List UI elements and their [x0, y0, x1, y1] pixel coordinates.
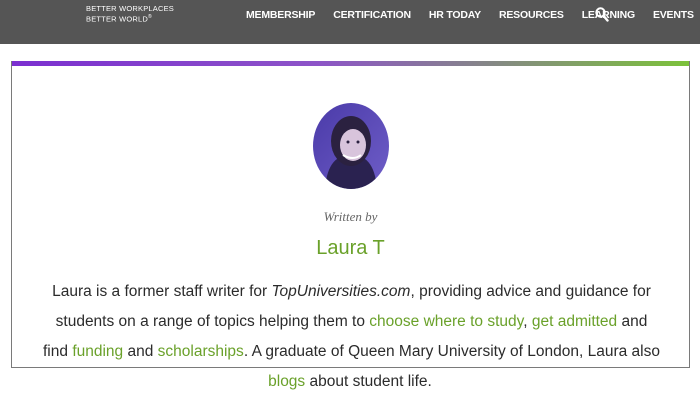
nav-events[interactable]: EVENTS [653, 9, 694, 21]
bio-line-1: Laura is a former staff writer for TopUn… [12, 277, 691, 307]
bio-text: , [523, 313, 532, 330]
bio-text: . A graduate of Queen Mary University of… [243, 343, 660, 360]
bio-text: find [43, 343, 73, 360]
nav-membership[interactable]: MEMBERSHIP [246, 9, 315, 21]
bio-text: Laura is a former staff writer for [52, 283, 272, 300]
brand-logo[interactable]: BETTER WORKPLACES BETTER WORLD® [86, 4, 196, 24]
bio-line-2: students on a range of topics helping th… [12, 307, 691, 337]
bio-text: , providing advice and guidance for [410, 283, 651, 300]
nav-resources[interactable]: RESOURCES [499, 9, 564, 21]
bio-text: and [617, 313, 648, 330]
card-accent-bar [12, 61, 689, 66]
brand-tagline-line1: BETTER WORKPLACES [86, 4, 174, 13]
bio-text: students on a range of topics helping th… [55, 313, 370, 330]
nav-certification[interactable]: CERTIFICATION [333, 9, 411, 21]
scholarships-link[interactable]: scholarships [158, 343, 244, 360]
written-by-label: Written by [323, 209, 378, 224]
bio-line-4: blogs about student life. [0, 367, 700, 397]
author-avatar [313, 103, 389, 189]
main-nav: MEMBERSHIP CERTIFICATION HR TODAY RESOUR… [246, 0, 694, 30]
bio-text: and [123, 343, 158, 360]
funding-link[interactable]: funding [72, 343, 123, 360]
get-admitted-link[interactable]: get admitted [532, 313, 617, 330]
author-name-link[interactable]: Laura T [12, 237, 689, 260]
blogs-link[interactable]: blogs [268, 373, 305, 390]
bio-text: about student life. [305, 373, 432, 390]
author-card: Written by Laura T Laura is a former sta… [11, 61, 690, 368]
bio-line-3: find funding and scholarships. A graduat… [12, 337, 691, 367]
top-nav-bar: BETTER WORKPLACES BETTER WORLD® MEMBERSH… [0, 0, 700, 44]
brand-tagline-line2: BETTER WORLD® [86, 14, 152, 24]
search-icon[interactable] [595, 7, 609, 22]
bio-site-name: TopUniversities.com [271, 283, 411, 300]
nav-hr-today[interactable]: HR TODAY [429, 9, 481, 21]
author-bio: Laura is a former staff writer for TopUn… [12, 277, 691, 367]
choose-where-to-study-link[interactable]: choose where to study [369, 313, 523, 330]
